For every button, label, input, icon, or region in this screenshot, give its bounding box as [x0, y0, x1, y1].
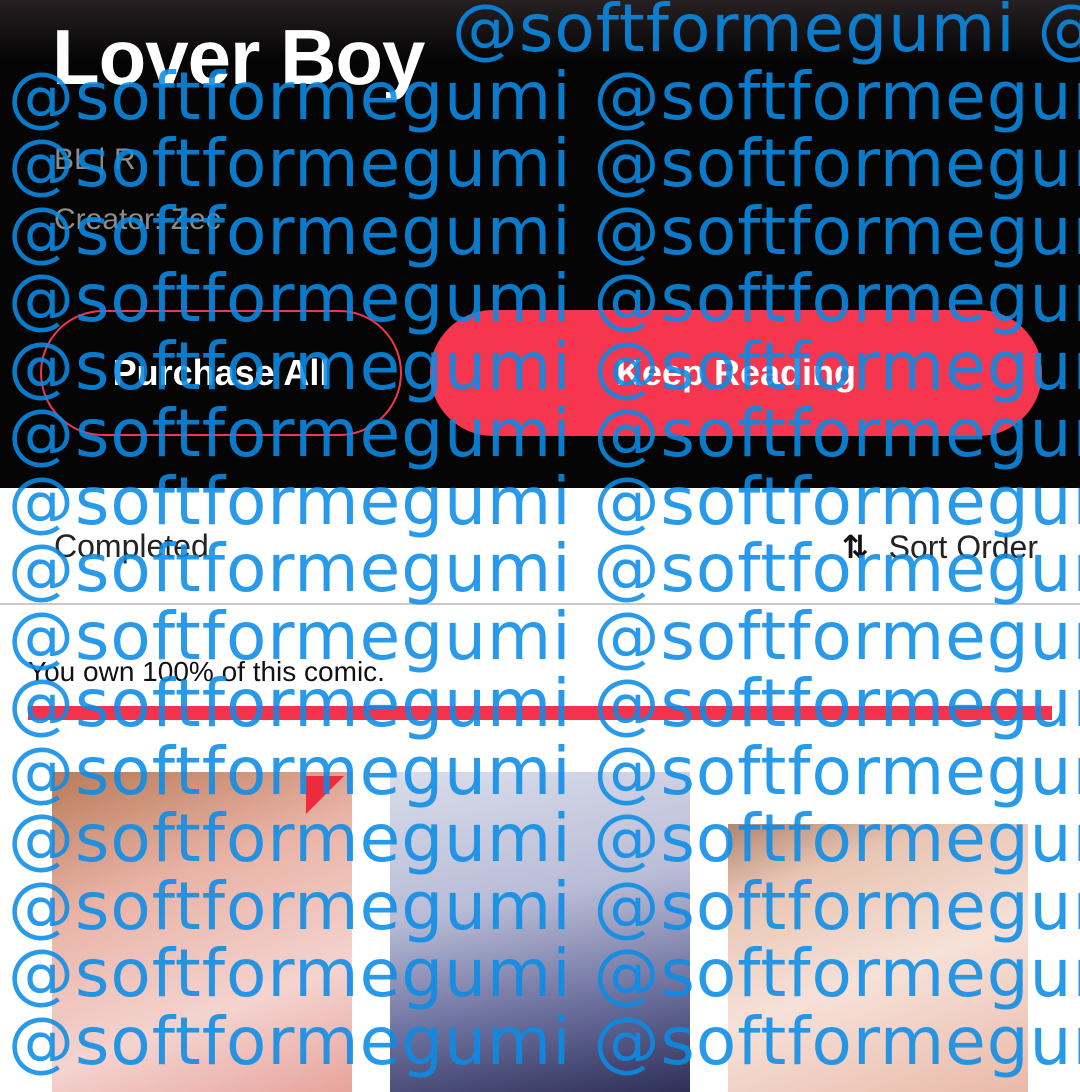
ownership-text: You own 100% of this comic. — [28, 656, 385, 687]
keep-reading-button[interactable]: Keep Reading — [430, 310, 1042, 436]
genre-rating: BL | R — [54, 143, 136, 176]
episode-list-toolbar: Completed ⇅ Sort Order — [0, 488, 1080, 603]
completion-status: Completed — [54, 528, 209, 564]
episode-thumbnail-1[interactable] — [52, 772, 352, 1092]
series-header: Lover Boy BL | R Creator: Zec Purchase A… — [0, 0, 1080, 488]
sort-order-button[interactable]: ⇅ Sort Order — [842, 528, 1038, 566]
episode-thumbnail-3[interactable] — [728, 772, 1028, 1092]
creator-credit: Creator: Zec — [54, 203, 221, 236]
sort-arrows-icon: ⇅ — [841, 529, 869, 565]
thumbnail-margin — [728, 772, 1028, 824]
purchase-all-button[interactable]: Purchase All — [40, 310, 402, 436]
divider — [0, 603, 1080, 605]
series-title: Lover Boy — [52, 13, 425, 101]
episode-thumbnail-2[interactable] — [390, 772, 690, 1092]
ownership-progress-bar — [28, 706, 1052, 720]
ownership-progress-fill — [28, 706, 1052, 720]
purchase-all-label: Purchase All — [112, 352, 330, 393]
sort-order-label: Sort Order — [888, 528, 1038, 565]
new-badge-icon — [306, 776, 344, 814]
keep-reading-label: Keep Reading — [615, 352, 857, 393]
